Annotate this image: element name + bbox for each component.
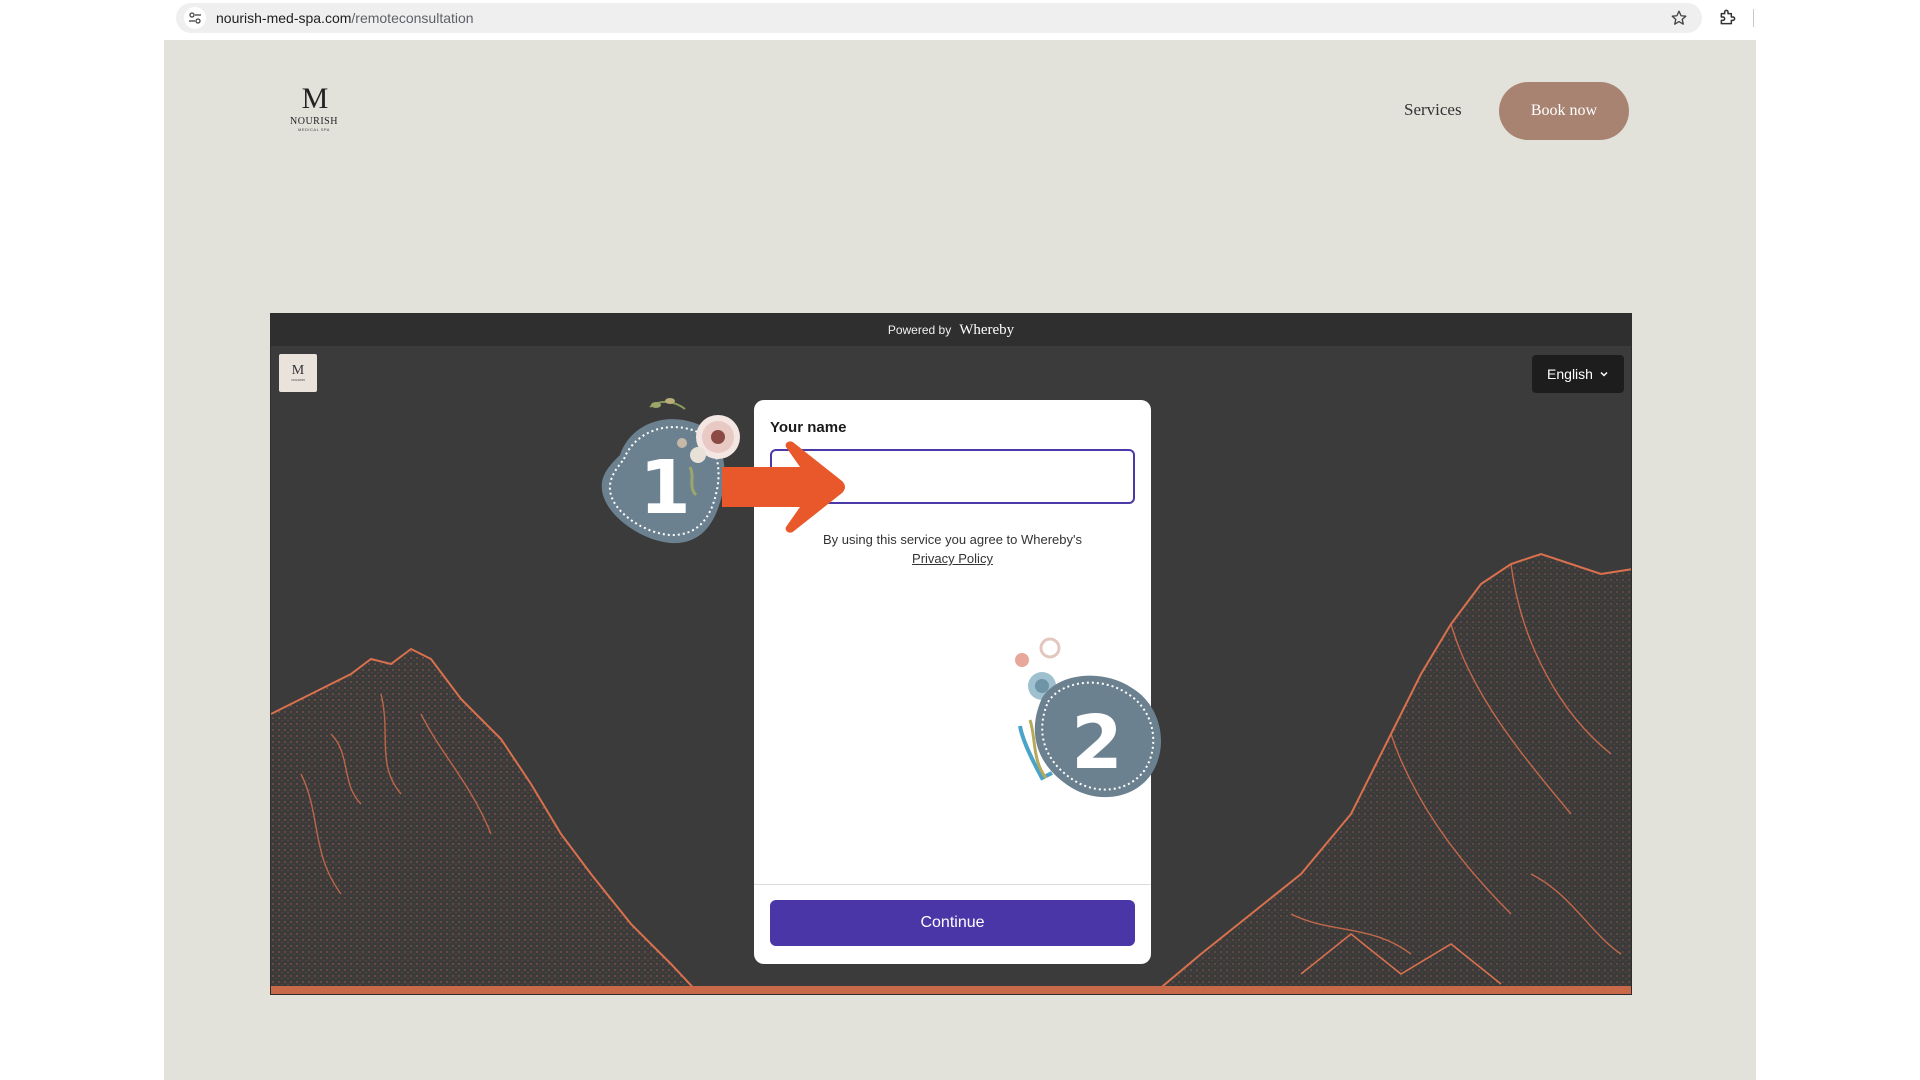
step-two-sticker: 2 <box>1015 637 1162 798</box>
step-one-number: 1 <box>639 445 691 531</box>
page-body: M NOURISH MEDICAL SPA Services Book now <box>164 40 1756 1080</box>
room-logo-name: NOURISH <box>291 378 305 382</box>
nav-services-link[interactable]: Services <box>1404 100 1462 122</box>
book-now-button[interactable]: Book now <box>1499 82 1629 140</box>
language-select[interactable]: English <box>1532 355 1624 393</box>
extensions-icon[interactable] <box>1718 7 1738 27</box>
room-logo-mark: M <box>291 363 305 378</box>
privacy-policy-link[interactable]: Privacy Policy <box>912 551 993 566</box>
url-path: /remoteconsultation <box>351 10 474 26</box>
room-logo: M NOURISH <box>279 354 317 392</box>
whereby-logo: Whereby <box>959 321 1015 338</box>
bookmark-star-icon[interactable] <box>1670 9 1688 27</box>
browser-toolbar: nourish-med-spa.com/remoteconsultation <box>0 0 1920 38</box>
url-text: nourish-med-spa.com/remoteconsultation <box>216 10 474 26</box>
logo-subtitle: MEDICAL SPA <box>298 127 330 132</box>
site-settings-icon[interactable] <box>184 7 206 29</box>
language-label: English <box>1547 366 1593 382</box>
flower-decoration-icon <box>649 398 686 410</box>
continue-button[interactable]: Continue <box>770 900 1135 946</box>
chevron-down-icon <box>1600 371 1608 377</box>
powered-by-bar: Powered by Whereby <box>271 314 1631 346</box>
toolbar-divider <box>1753 9 1754 27</box>
dialog-divider <box>754 884 1151 885</box>
powered-by-text: Powered by <box>887 323 952 337</box>
logo-name: NOURISH <box>290 116 338 127</box>
url-domain: nourish-med-spa.com <box>216 10 352 26</box>
site-logo[interactable]: M NOURISH MEDICAL SPA <box>282 84 346 140</box>
video-consultation-embed: Powered by Whereby M NOURISH English You… <box>270 313 1632 995</box>
step-one-sticker: 1 <box>601 398 845 544</box>
right-arrow-icon <box>722 441 845 533</box>
logo-mark: M <box>301 82 329 115</box>
step-two-number: 2 <box>1071 700 1123 786</box>
address-bar[interactable]: nourish-med-spa.com/remoteconsultation <box>176 3 1702 33</box>
